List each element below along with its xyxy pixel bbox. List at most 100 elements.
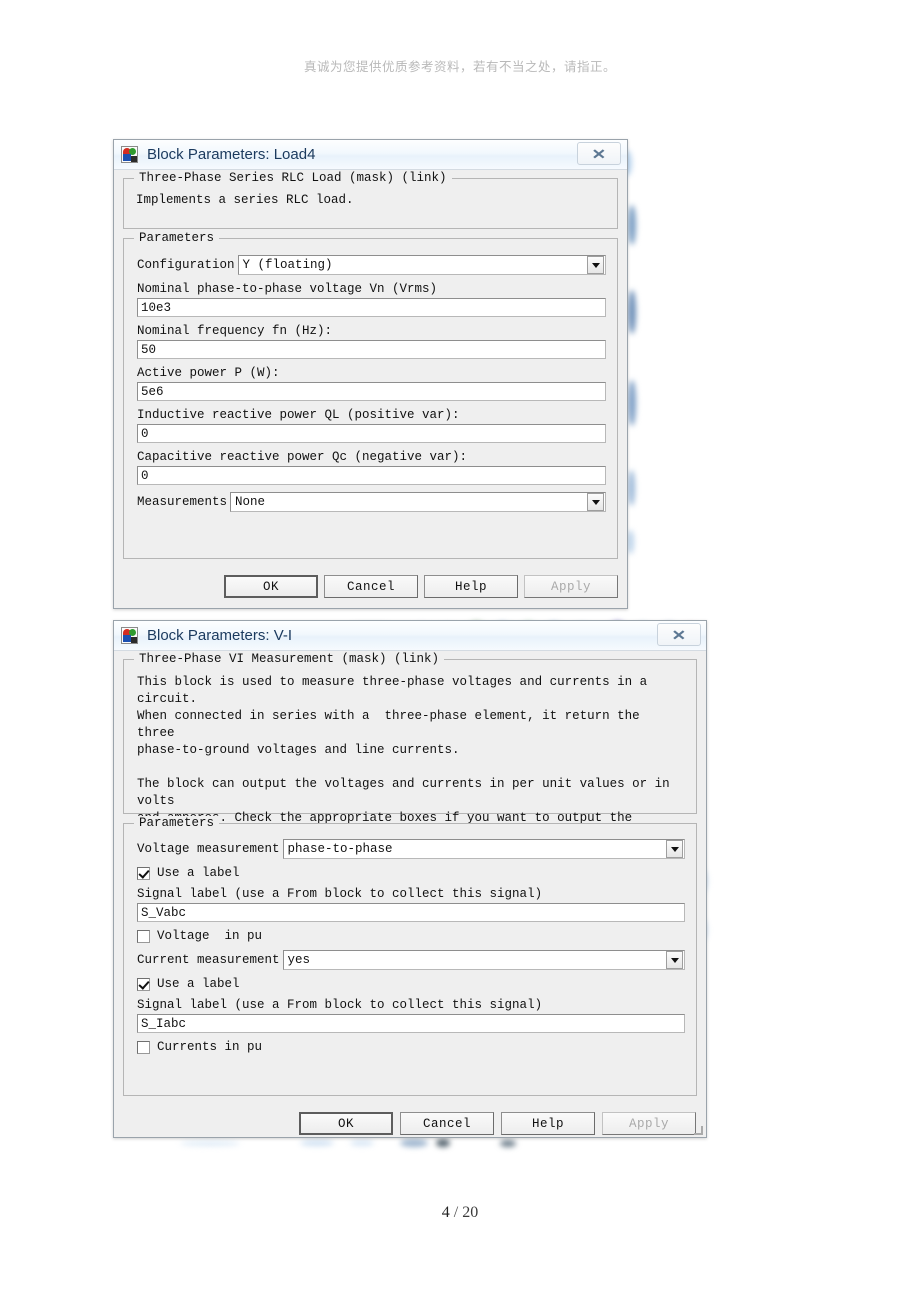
measurements-label: Measurements — [137, 495, 228, 509]
configuration-row: Configuration Y (floating) — [137, 255, 606, 275]
vi-mask-group: Three-Phase VI Measurement (mask) (link)… — [123, 652, 697, 859]
block-parameters-vi-dialog: Block Parameters: V-I ✕ Three-Phase VI M… — [113, 620, 707, 1138]
vi-title: Block Parameters: V-I — [147, 627, 293, 644]
voltage-in-pu-row[interactable]: Voltage in pu — [137, 929, 685, 943]
help-button[interactable]: Help — [501, 1112, 595, 1135]
help-button[interactable]: Help — [424, 575, 518, 598]
measurements-select[interactable]: None — [230, 492, 606, 512]
vi-titlebar[interactable]: Block Parameters: V-I ✕ — [114, 621, 706, 651]
voltage-signal-label-row: Signal label (use a From block to collec… — [137, 887, 685, 922]
block-parameters-load4-dialog: Block Parameters: Load4 ✕ Three-Phase Se… — [113, 139, 628, 609]
load4-title: Block Parameters: Load4 — [147, 146, 316, 163]
currents-in-pu-row[interactable]: Currents in pu — [137, 1040, 685, 1054]
load4-parameters-group: Parameters Configuration Y (floating) No… — [123, 231, 618, 559]
load4-mask-inner: Implements a series RLC load. — [124, 179, 617, 219]
nominal-frequency-label: Nominal frequency fn (Hz): — [137, 324, 333, 338]
close-button[interactable]: ✕ — [657, 623, 701, 646]
page-number-total: 20 — [462, 1204, 479, 1221]
page-number-current: 4 — [441, 1204, 450, 1221]
current-use-label-row[interactable]: Use a label — [137, 977, 685, 991]
vi-parameters-legend: Parameters — [134, 816, 220, 830]
voltage-use-label-text: Use a label — [157, 866, 240, 880]
close-icon: ✕ — [671, 626, 687, 643]
current-measurement-label: Current measurement — [137, 953, 280, 967]
simulink-block-icon — [121, 627, 138, 644]
voltage-measurement-label: Voltage measurement — [137, 842, 280, 856]
voltage-measurement-select[interactable]: phase-to-phase — [282, 839, 685, 859]
load4-titlebar[interactable]: Block Parameters: Load4 ✕ — [114, 140, 627, 170]
close-button[interactable]: ✕ — [577, 142, 621, 165]
chevron-down-icon[interactable] — [666, 840, 683, 858]
apply-button: Apply — [524, 575, 618, 598]
vi-parameters-inner: Voltage measurement phase-to-phase Use a… — [124, 824, 696, 1054]
load4-mask-description: Implements a series RLC load. — [136, 193, 354, 207]
background-blur-artifact — [628, 290, 636, 334]
vi-button-bar: OK Cancel Help Apply — [114, 1105, 706, 1143]
close-icon: ✕ — [591, 145, 607, 162]
vi-mask-legend: Three-Phase VI Measurement (mask) (link) — [134, 652, 445, 666]
capacitive-power-row: Capacitive reactive power Qc (negative v… — [137, 450, 606, 485]
apply-button: Apply — [602, 1112, 696, 1135]
active-power-input[interactable]: 5e6 — [137, 382, 606, 401]
load4-parameters-legend: Parameters — [134, 231, 220, 245]
active-power-row: Active power P (W): 5e6 — [137, 366, 606, 401]
background-blur-artifact — [628, 205, 636, 245]
voltage-signal-label-text: Signal label (use a From block to collec… — [137, 887, 543, 901]
cancel-button[interactable]: Cancel — [400, 1112, 494, 1135]
inductive-power-input[interactable]: 0 — [137, 424, 606, 443]
capacitive-power-label: Capacitive reactive power Qc (negative v… — [137, 450, 468, 464]
chevron-down-icon[interactable] — [587, 493, 604, 511]
inductive-power-row: Inductive reactive power QL (positive va… — [137, 408, 606, 443]
current-signal-label-text: Signal label (use a From block to collec… — [137, 998, 543, 1012]
current-use-label-text: Use a label — [157, 977, 240, 991]
background-blur-artifact — [627, 530, 634, 554]
voltage-measurement-value: phase-to-phase — [287, 842, 393, 856]
chevron-down-icon[interactable] — [587, 256, 604, 274]
nominal-voltage-input[interactable]: 10e3 — [137, 298, 606, 317]
load4-body: Three-Phase Series RLC Load (mask) (link… — [114, 170, 627, 559]
background-blur-artifact — [628, 380, 636, 426]
resize-grip[interactable] — [694, 1126, 704, 1136]
cancel-button[interactable]: Cancel — [324, 575, 418, 598]
ok-button[interactable]: OK — [224, 575, 318, 598]
nominal-voltage-row: Nominal phase-to-phase voltage Vn (Vrms)… — [137, 282, 606, 317]
load4-mask-group: Three-Phase Series RLC Load (mask) (link… — [123, 171, 618, 229]
inductive-power-label: Inductive reactive power QL (positive va… — [137, 408, 460, 422]
active-power-label: Active power P (W): — [137, 366, 280, 380]
page-number-separator: / — [453, 1204, 459, 1221]
nominal-voltage-label: Nominal phase-to-phase voltage Vn (Vrms) — [137, 282, 438, 296]
vi-parameters-group: Parameters Voltage measurement phase-to-… — [123, 816, 697, 1096]
simulink-block-icon — [121, 146, 138, 163]
configuration-value: Y (floating) — [242, 258, 333, 272]
voltage-signal-label-input[interactable]: S_Vabc — [137, 903, 685, 922]
voltage-use-label-checkbox[interactable] — [137, 866, 150, 880]
current-signal-label-input[interactable]: S_Iabc — [137, 1014, 685, 1033]
ok-button[interactable]: OK — [299, 1112, 393, 1135]
page-footer: 4 / 20 — [0, 1204, 920, 1222]
background-blur-artifact — [628, 470, 635, 506]
voltage-measurement-row: Voltage measurement phase-to-phase — [137, 839, 685, 859]
current-signal-label-row: Signal label (use a From block to collec… — [137, 998, 685, 1033]
configuration-select[interactable]: Y (floating) — [237, 255, 606, 275]
voltage-in-pu-checkbox[interactable] — [137, 929, 150, 943]
load4-button-bar: OK Cancel Help Apply — [114, 568, 627, 606]
measurements-row: Measurements None — [137, 492, 606, 512]
load4-mask-legend: Three-Phase Series RLC Load (mask) (link… — [134, 171, 452, 185]
page-header-note: 真诚为您提供优质参考资料，若有不当之处，请指正。 — [303, 59, 616, 74]
load4-parameters-inner: Configuration Y (floating) Nominal phase… — [124, 239, 617, 512]
current-use-label-checkbox[interactable] — [137, 977, 150, 991]
currents-in-pu-text: Currents in pu — [157, 1040, 263, 1054]
vi-body: Three-Phase VI Measurement (mask) (link)… — [114, 651, 706, 1096]
voltage-use-label-row[interactable]: Use a label — [137, 866, 685, 880]
currents-in-pu-checkbox[interactable] — [137, 1040, 150, 1054]
measurements-value: None — [235, 495, 266, 509]
nominal-frequency-row: Nominal frequency fn (Hz): 50 — [137, 324, 606, 359]
capacitive-power-input[interactable]: 0 — [137, 466, 606, 485]
voltage-in-pu-text: Voltage in pu — [157, 929, 263, 943]
current-measurement-select[interactable]: yes — [282, 950, 685, 970]
current-measurement-row: Current measurement yes — [137, 950, 685, 970]
current-measurement-value: yes — [287, 953, 311, 967]
chevron-down-icon[interactable] — [666, 951, 683, 969]
nominal-frequency-input[interactable]: 50 — [137, 340, 606, 359]
configuration-label: Configuration — [137, 258, 235, 272]
